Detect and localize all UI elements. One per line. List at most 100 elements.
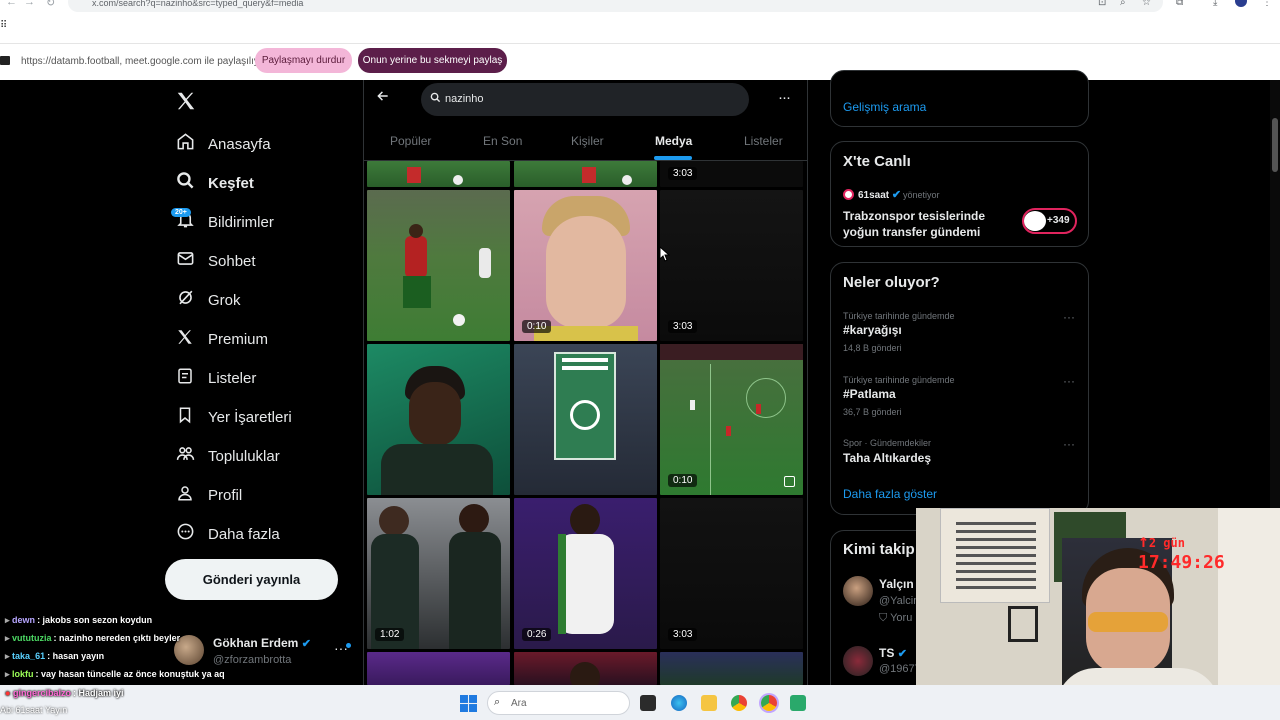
nav-item-grok[interactable]: Grok <box>175 284 241 316</box>
chat-text: : jakobs son sezon koydun <box>37 615 153 625</box>
nav-item-bookmarks[interactable]: Yer İşaretleri <box>175 401 292 433</box>
star-icon[interactable]: ☆ <box>1142 0 1151 8</box>
tab-people[interactable]: Kişiler <box>571 134 604 148</box>
media-thumbnail[interactable] <box>514 161 657 187</box>
nav-item-profile[interactable]: Profil <box>175 479 242 511</box>
app-icon[interactable] <box>790 695 806 711</box>
nav-label: Yer İşaretleri <box>208 408 292 426</box>
media-thumbnail[interactable]: 3:03 <box>660 498 803 649</box>
share-this-tab-button[interactable]: Onun yerine bu sekmeyi paylaş <box>358 48 507 73</box>
media-thumbnail[interactable] <box>514 344 657 495</box>
downloads-icon[interactable]: ⤓ <box>1213 0 1217 8</box>
windows-start-icon[interactable] <box>460 695 477 717</box>
account-more-icon[interactable]: ··· <box>334 640 348 656</box>
file-explorer-icon[interactable] <box>701 695 717 711</box>
nav-item-more[interactable]: Daha fazla <box>175 518 280 550</box>
nav-label: Topluluklar <box>208 447 280 465</box>
chat-text: : vay hasan tüncelle az önce konuştuk ya… <box>35 669 225 679</box>
advanced-search-link[interactable]: Gelişmiş arama <box>843 100 926 114</box>
share-status-text: https://datamb.football, meet.google.com… <box>21 56 268 67</box>
media-thumbnail[interactable]: 1:02 <box>367 498 510 649</box>
chrome-icon[interactable] <box>731 695 747 711</box>
media-thumbnail[interactable]: 3:03 <box>660 161 803 187</box>
media-thumbnail[interactable] <box>367 190 510 341</box>
trend-name[interactable]: #Patlama <box>843 387 896 401</box>
apps-grid-icon[interactable]: ⠿ <box>0 20 7 31</box>
avatar[interactable] <box>843 646 873 676</box>
chat-message: ● gingercibalzo: Hadjam iyi <box>5 688 124 698</box>
nav-label: Grok <box>208 291 241 309</box>
extensions-icon[interactable]: ⧉ <box>1176 0 1183 8</box>
trend-more-icon[interactable]: ··· <box>1063 310 1075 324</box>
avatar[interactable] <box>843 576 873 606</box>
host-avatar <box>843 189 854 200</box>
video-duration: 0:10 <box>668 474 698 487</box>
home-icon <box>175 132 195 156</box>
scrollbar-thumb[interactable] <box>1272 118 1278 172</box>
nav-item-explore[interactable]: Keşfet <box>175 167 254 199</box>
trend-name[interactable]: #karyağışı <box>843 323 902 337</box>
media-thumbnail[interactable] <box>367 161 510 187</box>
bookmark-icon <box>175 406 195 429</box>
nav-item-premium[interactable]: Premium <box>175 323 268 355</box>
chrome-profile-icon[interactable] <box>761 695 777 711</box>
media-thumbnail[interactable] <box>367 652 510 685</box>
task-view-icon[interactable] <box>640 695 656 711</box>
back-arrow-icon[interactable] <box>376 89 390 108</box>
back-nav-icon[interactable]: ← <box>6 0 17 8</box>
trend-more-icon[interactable]: ··· <box>1063 437 1075 451</box>
tab-media[interactable]: Medya <box>655 134 692 148</box>
stop-sharing-button[interactable]: Paylaşmayı durdur <box>255 48 352 73</box>
x-logo-icon[interactable] <box>175 88 197 119</box>
media-thumbnail[interactable]: 0:10 <box>514 190 657 341</box>
more-circle-icon <box>175 522 195 546</box>
trend-name[interactable]: Taha Altıkardeş <box>843 451 931 465</box>
media-thumbnail[interactable]: 0:26 <box>514 498 657 649</box>
zoom-icon[interactable]: ⌕ <box>1120 0 1126 8</box>
taskbar-search[interactable] <box>487 691 630 715</box>
url-field[interactable]: x.com/search?q=nazinho&src=typed_query&f… <box>68 0 1163 12</box>
live-host[interactable]: 61saat ✔ <box>858 188 901 201</box>
more-options-icon[interactable]: ··· <box>778 89 791 106</box>
media-thumbnail[interactable]: 3:03 <box>660 190 803 341</box>
nav-item-communities[interactable]: Topluluklar <box>175 440 280 472</box>
chat-text: : nazinho nereden çıktı beyler <box>53 633 181 643</box>
chat-message: ▸ lokfu: vay hasan tüncelle az önce konu… <box>5 669 225 679</box>
reload-icon[interactable]: ↻ <box>46 0 55 9</box>
tab-popular[interactable]: Popüler <box>390 134 431 148</box>
follow-bio: ⛉ Yoru <box>879 612 912 625</box>
nav-item-home[interactable]: Anasayfa <box>175 128 271 160</box>
live-headline[interactable]: Trabzonspor tesislerinde yoğun transfer … <box>843 208 1018 240</box>
mouse-cursor-icon <box>659 245 671 267</box>
media-thumbnail[interactable]: 0:10 <box>660 344 803 495</box>
nav-label: Anasayfa <box>208 135 271 153</box>
forward-nav-icon[interactable]: → <box>24 0 35 8</box>
trend-category: Türkiye tarihinde gündemde <box>843 311 955 321</box>
screen: { "browser": { "url": "x.com/search?q=na… <box>0 0 1280 720</box>
search-query: nazinho <box>445 93 484 105</box>
stream-clock: ↑2 gün 17:49:26 <box>1138 531 1225 573</box>
post-button[interactable]: Gönderi yayınla <box>165 559 338 600</box>
show-more-link[interactable]: Daha fazla göster <box>843 487 937 501</box>
media-thumbnail[interactable] <box>660 652 803 685</box>
follow-name[interactable]: TS ✔ <box>879 646 907 660</box>
follow-name-text: TS <box>879 646 895 660</box>
search-icon: ⌕ <box>494 696 501 708</box>
nav-item-chat[interactable]: Sohbet <box>175 245 256 277</box>
nav-label: Premium <box>208 330 269 348</box>
live-title: X'te Canlı <box>843 153 911 170</box>
video-duration: 3:03 <box>668 628 698 641</box>
install-icon[interactable]: ⊡ <box>1098 0 1106 8</box>
nav-item-lists[interactable]: Listeler <box>175 362 256 394</box>
live-host-role: yönetiyor <box>903 190 940 200</box>
menu-dots-icon[interactable]: ⋮ <box>1262 0 1272 8</box>
media-thumbnail[interactable] <box>367 344 510 495</box>
tab-latest[interactable]: En Son <box>483 134 522 148</box>
listener-count: +349 <box>1047 215 1070 226</box>
media-thumbnail[interactable] <box>514 652 657 685</box>
edge-icon[interactable] <box>671 695 687 711</box>
chat-user: taka_61 <box>12 651 46 661</box>
account-avatar[interactable] <box>1235 0 1247 7</box>
trend-more-icon[interactable]: ··· <box>1063 374 1075 388</box>
tab-lists[interactable]: Listeler <box>744 134 783 148</box>
